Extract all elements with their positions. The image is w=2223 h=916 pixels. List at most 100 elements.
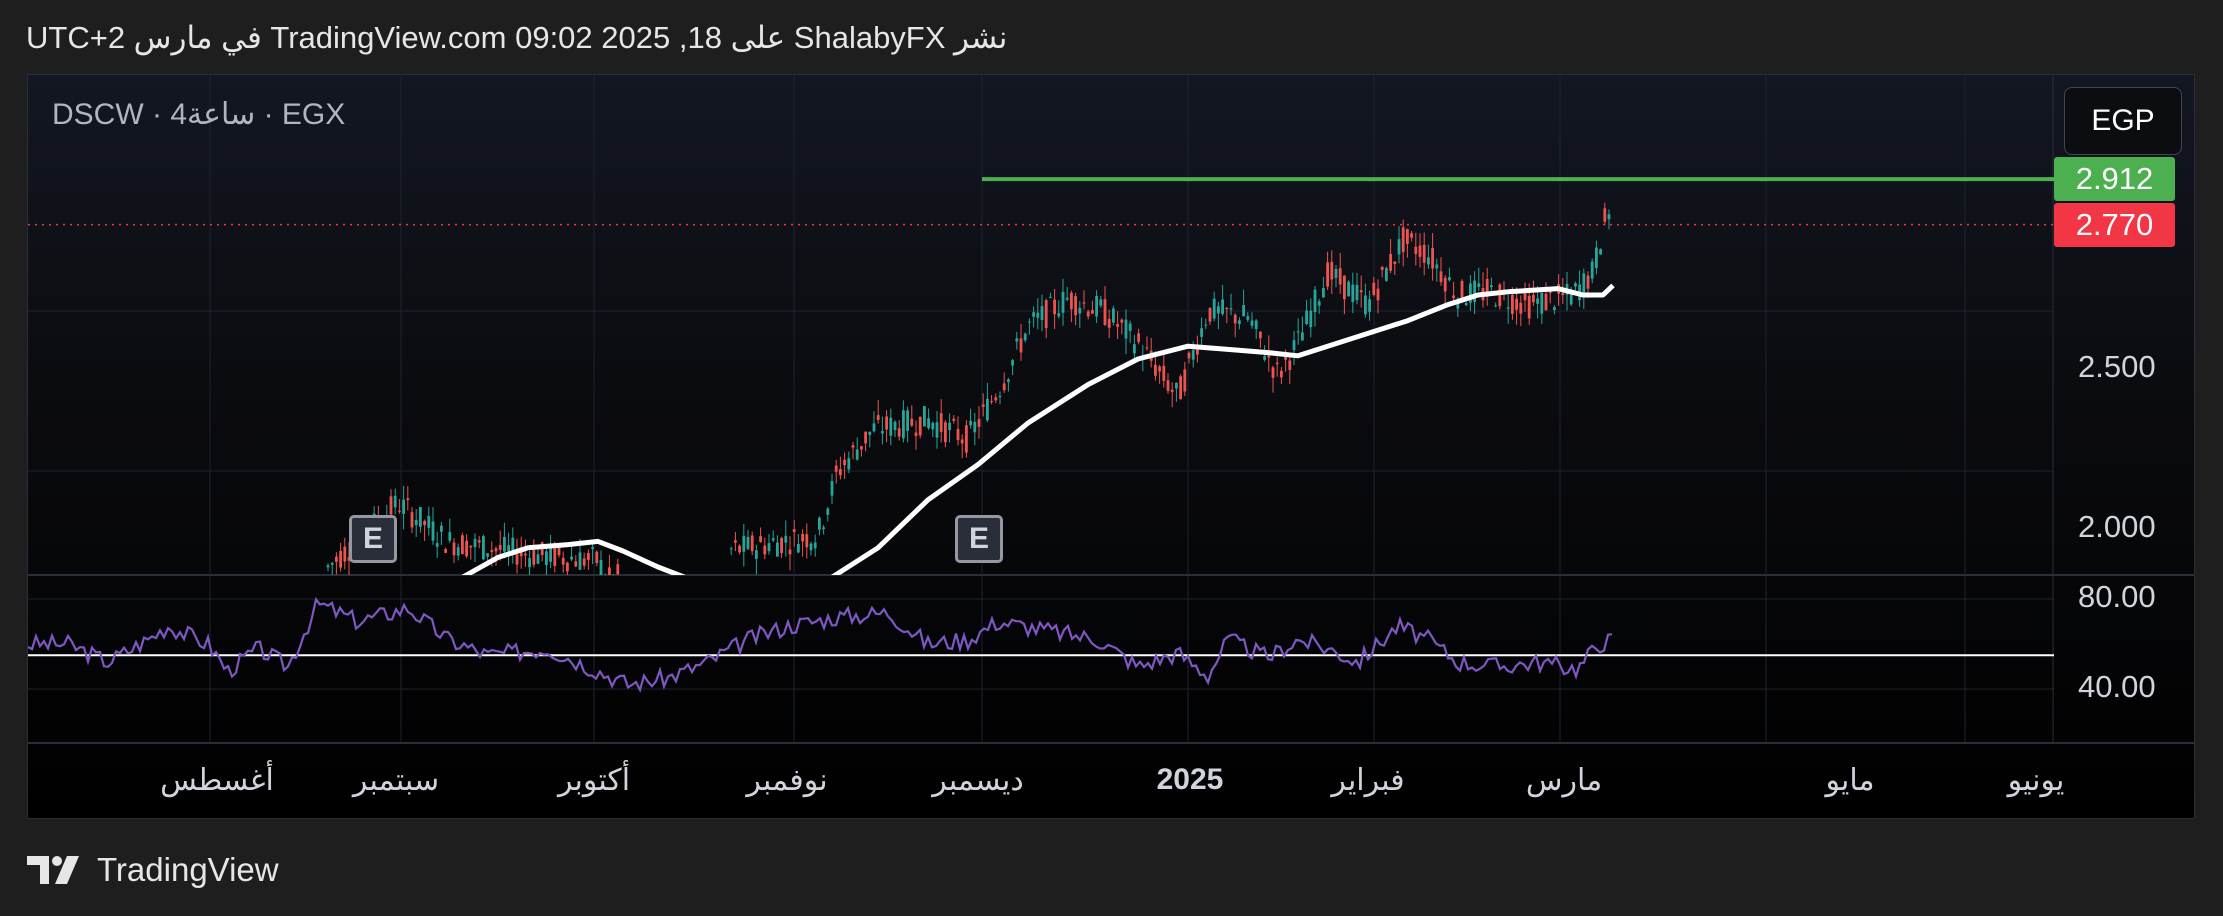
- candle-body: [931, 422, 935, 430]
- candle-body: [1334, 269, 1338, 278]
- resistance-price-tag: 2.912: [2054, 157, 2175, 201]
- candle-body: [1053, 299, 1056, 315]
- candle-body: [1162, 365, 1166, 381]
- candle-body: [1007, 379, 1010, 383]
- candle-body: [1338, 268, 1342, 285]
- candle-body: [1112, 308, 1115, 323]
- candle-body: [809, 543, 813, 551]
- candle-body: [1296, 331, 1300, 333]
- candle-body: [410, 512, 414, 528]
- candle-body: [1519, 302, 1523, 314]
- candle-body: [1343, 275, 1346, 300]
- candle-body: [444, 549, 447, 553]
- candle-body: [1561, 292, 1565, 296]
- candle-body: [1586, 275, 1590, 289]
- candle-body: [1179, 376, 1182, 400]
- candle-body: [834, 465, 838, 472]
- candle-body: [524, 553, 527, 556]
- candle-body: [918, 416, 922, 436]
- candle-body: [847, 458, 851, 470]
- candle-body: [1246, 316, 1250, 320]
- earnings-marker-december[interactable]: E: [955, 515, 1003, 563]
- chart-pane[interactable]: DSCW · 4ساعة · EGX EGP 2.912 2.770 2.500…: [27, 74, 2195, 819]
- moving-average-line[interactable]: [458, 283, 1615, 586]
- candle-body: [1015, 338, 1019, 342]
- candle-body: [616, 564, 620, 575]
- earnings-marker-september[interactable]: E: [349, 515, 397, 563]
- candle-body: [1292, 340, 1296, 351]
- candle-body: [1305, 310, 1308, 324]
- candle-body: [822, 527, 825, 530]
- candle-body: [1057, 313, 1061, 317]
- candle-body: [1280, 370, 1283, 378]
- candle-body: [561, 557, 565, 565]
- candle-body: [1309, 310, 1313, 328]
- candle-body: [503, 536, 506, 552]
- candle-body: [343, 546, 347, 562]
- candle-body: [498, 545, 502, 550]
- candle-body: [1448, 277, 1451, 281]
- candle-body: [948, 422, 951, 431]
- candle-body: [1288, 360, 1292, 370]
- candle-body: [1212, 298, 1216, 319]
- time-tick-march: مارس: [1525, 764, 1603, 797]
- candle-body: [1019, 338, 1023, 353]
- candle-body: [1527, 295, 1531, 319]
- candle-body: [595, 551, 599, 564]
- candle-body: [406, 498, 410, 501]
- candle-body: [965, 425, 968, 453]
- candle-body: [330, 562, 334, 565]
- candle-body: [1259, 331, 1262, 339]
- candle-body: [830, 481, 834, 496]
- candle-body: [797, 543, 800, 553]
- candle-body: [759, 536, 762, 542]
- candle-body: [1229, 308, 1233, 310]
- candle-body: [578, 552, 582, 570]
- candle-body: [1049, 296, 1052, 298]
- candle-body: [734, 540, 737, 543]
- candle-body: [402, 499, 405, 514]
- candle-body: [1532, 294, 1535, 303]
- candle-body: [511, 537, 515, 551]
- candle-body: [1271, 367, 1275, 378]
- candle-body: [1506, 307, 1510, 309]
- candle-body: [906, 410, 909, 431]
- candle-body: [528, 558, 531, 568]
- chart-canvas[interactable]: [28, 75, 2195, 819]
- currency-button[interactable]: EGP: [2064, 87, 2182, 155]
- time-tick-june: يونيو: [2007, 764, 2065, 797]
- candle-body: [494, 548, 498, 552]
- candle-body: [1044, 300, 1048, 329]
- candle-body: [465, 540, 468, 557]
- candle-body: [1414, 246, 1418, 254]
- candle-body: [1040, 306, 1044, 320]
- candle-body: [1418, 245, 1422, 257]
- candle-body: [1250, 320, 1254, 326]
- symbol-label: DSCW · 4ساعة · EGX: [52, 98, 346, 131]
- candle-body: [1427, 257, 1430, 265]
- candle-body: [944, 422, 947, 443]
- candle-body: [591, 547, 594, 549]
- candle-body: [1032, 312, 1035, 317]
- candle-body: [1574, 283, 1577, 287]
- candle-body: [1095, 295, 1098, 317]
- candle-body: [482, 536, 485, 560]
- candle-body: [1439, 271, 1443, 282]
- candle-body: [818, 517, 821, 530]
- candle-body: [566, 562, 569, 572]
- candle-body: [473, 538, 477, 548]
- candle-body: [1275, 362, 1279, 365]
- candle-body: [1091, 310, 1094, 314]
- candle-body: [1431, 248, 1434, 269]
- rsi-tick-40: 40.00: [2078, 669, 2156, 704]
- time-tick-february: فبراير: [1331, 764, 1405, 797]
- candle-body: [1166, 380, 1170, 391]
- candle-body: [1233, 314, 1237, 324]
- candle-body: [1107, 318, 1111, 328]
- candle-body: [826, 508, 830, 515]
- candle-body: [1023, 333, 1027, 341]
- candle-body: [536, 554, 540, 564]
- candle-body: [876, 415, 880, 420]
- candle-body: [755, 550, 758, 559]
- candle-body: [1133, 344, 1136, 354]
